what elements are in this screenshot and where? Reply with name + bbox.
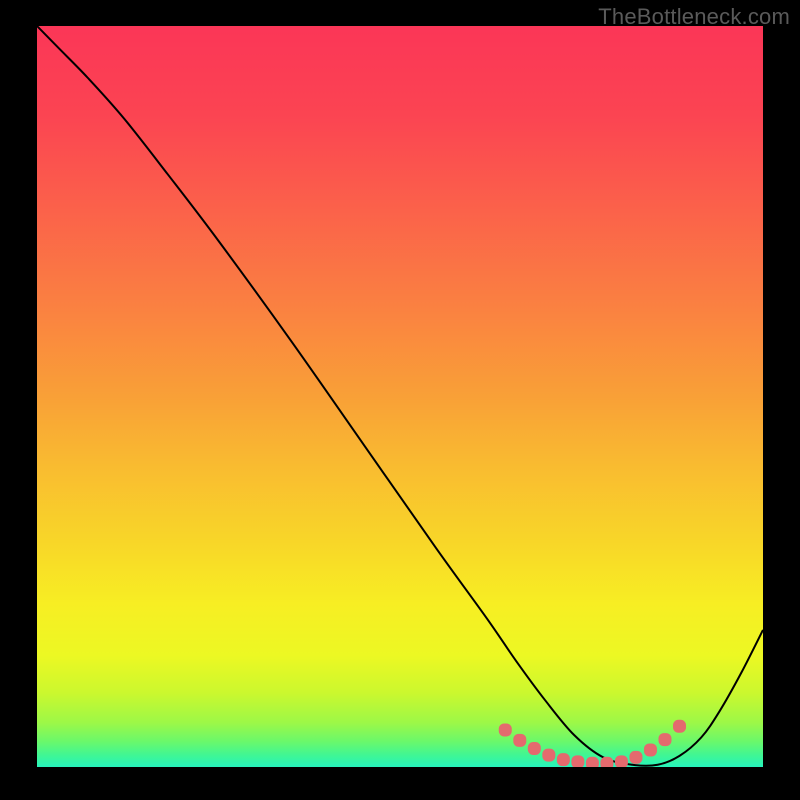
valley-marker [644, 743, 657, 756]
valley-marker [542, 749, 555, 762]
gradient-background [37, 26, 763, 767]
plot-area [37, 26, 763, 767]
valley-marker [658, 733, 671, 746]
chart-frame: TheBottleneck.com [0, 0, 800, 800]
watermark-text: TheBottleneck.com [598, 4, 790, 30]
valley-marker [513, 734, 526, 747]
valley-marker [528, 742, 541, 755]
valley-marker [586, 757, 599, 767]
valley-marker [673, 720, 686, 733]
valley-marker [571, 755, 584, 767]
valley-marker [615, 755, 628, 767]
valley-marker [557, 753, 570, 766]
valley-marker [600, 757, 613, 767]
valley-marker [629, 751, 642, 764]
valley-marker [499, 723, 512, 736]
bottleneck-chart [37, 26, 763, 767]
